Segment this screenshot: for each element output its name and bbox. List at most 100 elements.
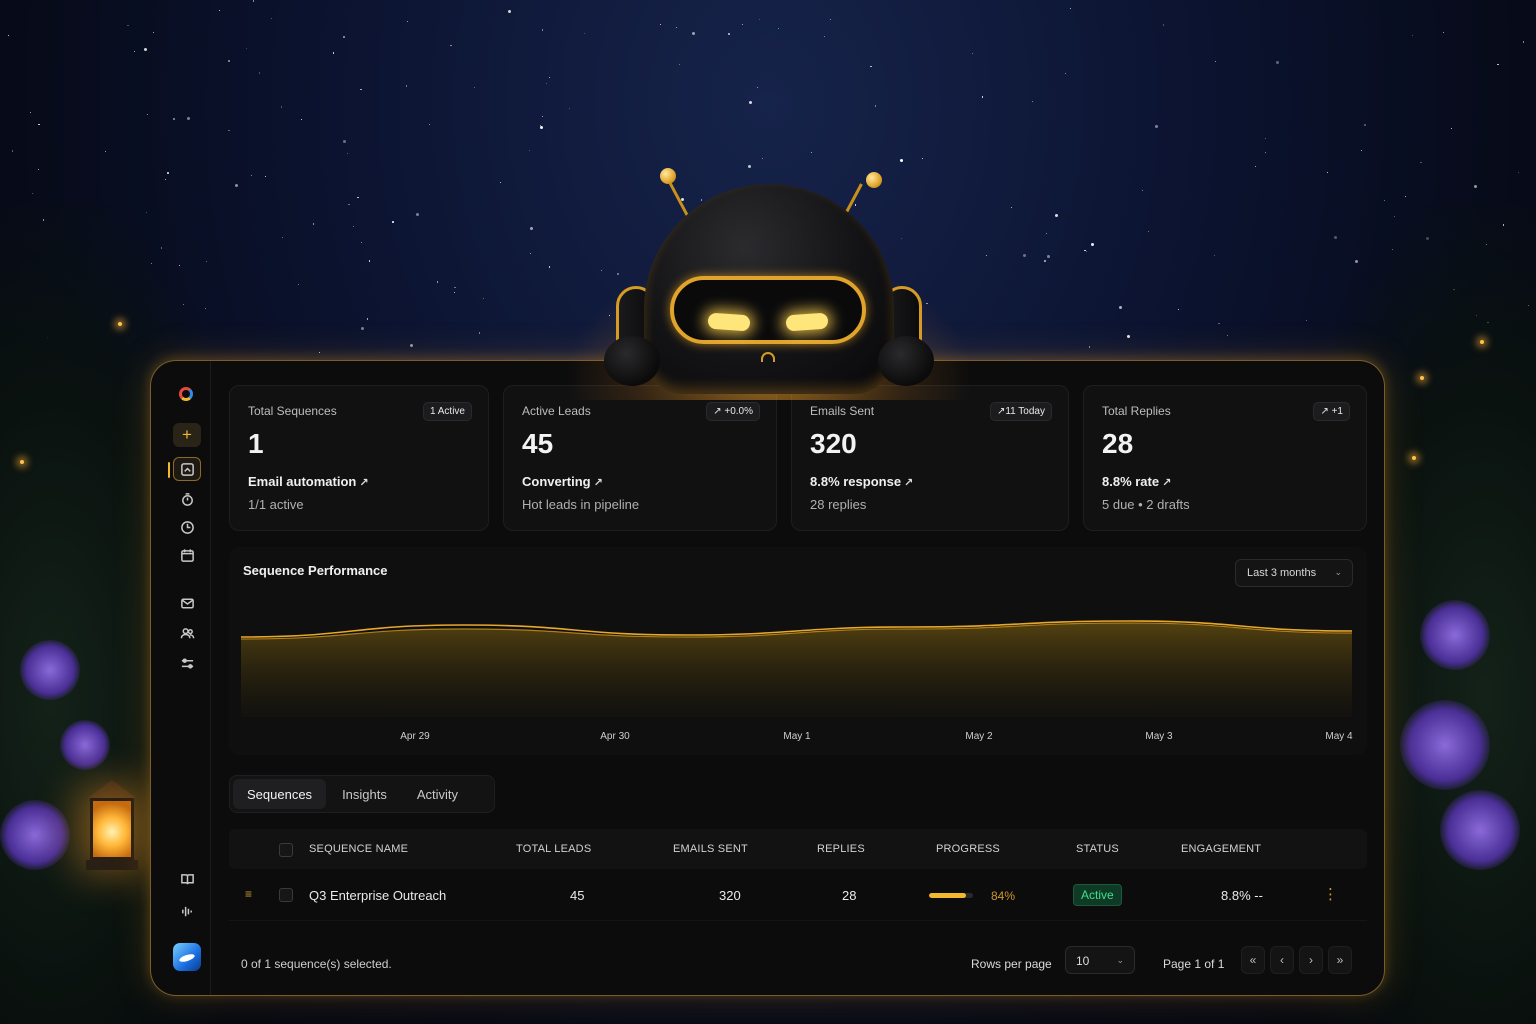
app-logo-icon[interactable] [179, 387, 193, 401]
card-caption: 1/1 active [248, 497, 304, 512]
chart-title: Sequence Performance [243, 563, 388, 578]
star [353, 226, 355, 228]
star [1044, 260, 1046, 262]
range-select[interactable]: Last 3 months ⌄ [1235, 559, 1353, 587]
star [1522, 41, 1525, 43]
prev-page-button[interactable]: ‹ [1270, 946, 1294, 974]
star [1091, 242, 1095, 246]
tab-sequences[interactable]: Sequences [233, 779, 327, 809]
sliders-icon[interactable] [173, 651, 201, 675]
flower [1420, 600, 1490, 670]
star [342, 140, 346, 144]
progress-bar [929, 893, 973, 898]
cell-sequence-name[interactable]: Q3 Enterprise Outreach [309, 888, 446, 903]
select-all-checkbox[interactable] [279, 843, 293, 857]
tab-activity[interactable]: Activity [403, 779, 472, 809]
star [981, 96, 984, 98]
star [152, 31, 155, 34]
drag-handle-icon[interactable]: ≡ [245, 887, 252, 901]
star [228, 60, 230, 62]
star [874, 105, 877, 107]
rows-per-page-select[interactable]: 10 ⌄ [1065, 946, 1135, 974]
star [127, 24, 129, 27]
star [250, 174, 253, 177]
header-progress[interactable]: PROGRESS [936, 843, 1000, 855]
card-value: 320 [810, 428, 857, 459]
star [37, 169, 39, 171]
dashboard-icon[interactable] [168, 457, 201, 481]
star [147, 114, 149, 116]
star [676, 27, 678, 29]
book-icon[interactable] [173, 867, 201, 891]
cell-replies: 28 [842, 888, 857, 903]
star [450, 44, 452, 46]
firefly [1480, 340, 1484, 344]
chevron-down-icon: ⌄ [1334, 567, 1342, 577]
star [1177, 309, 1179, 310]
timer-icon[interactable] [173, 487, 201, 511]
star [368, 260, 371, 262]
star [1451, 128, 1453, 130]
star [1213, 254, 1215, 256]
chart-area-fill [241, 623, 1352, 717]
star [361, 241, 363, 243]
plus-icon[interactable]: + [173, 423, 201, 447]
star [133, 50, 135, 52]
star [144, 48, 148, 52]
star [540, 126, 544, 130]
header-total-leads[interactable]: TOTAL LEADS [516, 843, 591, 855]
tab-insights[interactable]: Insights [328, 779, 401, 809]
star [811, 151, 813, 153]
clock-icon[interactable] [173, 515, 201, 539]
last-page-button[interactable]: » [1328, 946, 1352, 974]
more-options-icon[interactable]: ⋮ [1323, 885, 1338, 903]
star [757, 86, 759, 88]
flower [20, 640, 80, 700]
trend-up-icon: ↗ [359, 477, 369, 489]
cell-engagement: 8.8% -- [1221, 888, 1263, 903]
header-emails-sent[interactable]: EMAILS SENT [673, 843, 748, 855]
card-badge: 1 Active [422, 402, 472, 421]
header-replies[interactable]: REPLIES [817, 843, 865, 855]
card-value: 45 [522, 428, 554, 459]
card-emails-sent: Emails Sent ↗11 Today 320 8.8% response ↗… [791, 385, 1069, 531]
tab-bar: Sequences Insights Activity [229, 775, 495, 813]
first-page-button[interactable]: « [1241, 946, 1265, 974]
star [777, 28, 779, 30]
mail-icon[interactable] [173, 591, 201, 615]
star [530, 226, 533, 230]
star [409, 344, 413, 348]
star [312, 223, 315, 225]
table-row[interactable]: ≡ Q3 Enterprise Outreach 45 320 28 84% A… [229, 869, 1367, 921]
card-total-replies: Total Replies ↗ +1 28 8.8% rate ↗ 5 due •… [1083, 385, 1367, 531]
calendar-icon[interactable] [173, 543, 201, 567]
header-sequence-name[interactable]: SEQUENCE NAME [309, 843, 408, 855]
star [1147, 230, 1150, 232]
star [1442, 32, 1444, 34]
next-page-button[interactable]: › [1299, 946, 1323, 974]
chart-x-tick-label: May 3 [1145, 731, 1173, 742]
star [1054, 214, 1058, 218]
row-checkbox[interactable] [279, 888, 293, 902]
star [758, 18, 761, 21]
progress-fill [929, 893, 966, 898]
star [541, 115, 543, 117]
star [728, 33, 730, 35]
users-icon[interactable] [173, 621, 201, 645]
star [301, 119, 303, 121]
avatar[interactable] [173, 943, 201, 971]
waveform-icon[interactable] [173, 899, 201, 923]
star [1086, 251, 1088, 253]
flower [60, 720, 110, 770]
card-value: 1 [248, 428, 264, 459]
star [428, 124, 430, 126]
card-subtitle: 8.8% rate [1102, 474, 1160, 489]
star [246, 48, 248, 50]
star [528, 150, 530, 152]
star [749, 100, 753, 104]
star [332, 52, 335, 54]
header-engagement[interactable]: ENGAGEMENT [1181, 843, 1261, 855]
header-status[interactable]: STATUS [1076, 843, 1119, 855]
sidebar: + [151, 361, 211, 995]
trend-up-icon: ↗ [904, 477, 914, 489]
